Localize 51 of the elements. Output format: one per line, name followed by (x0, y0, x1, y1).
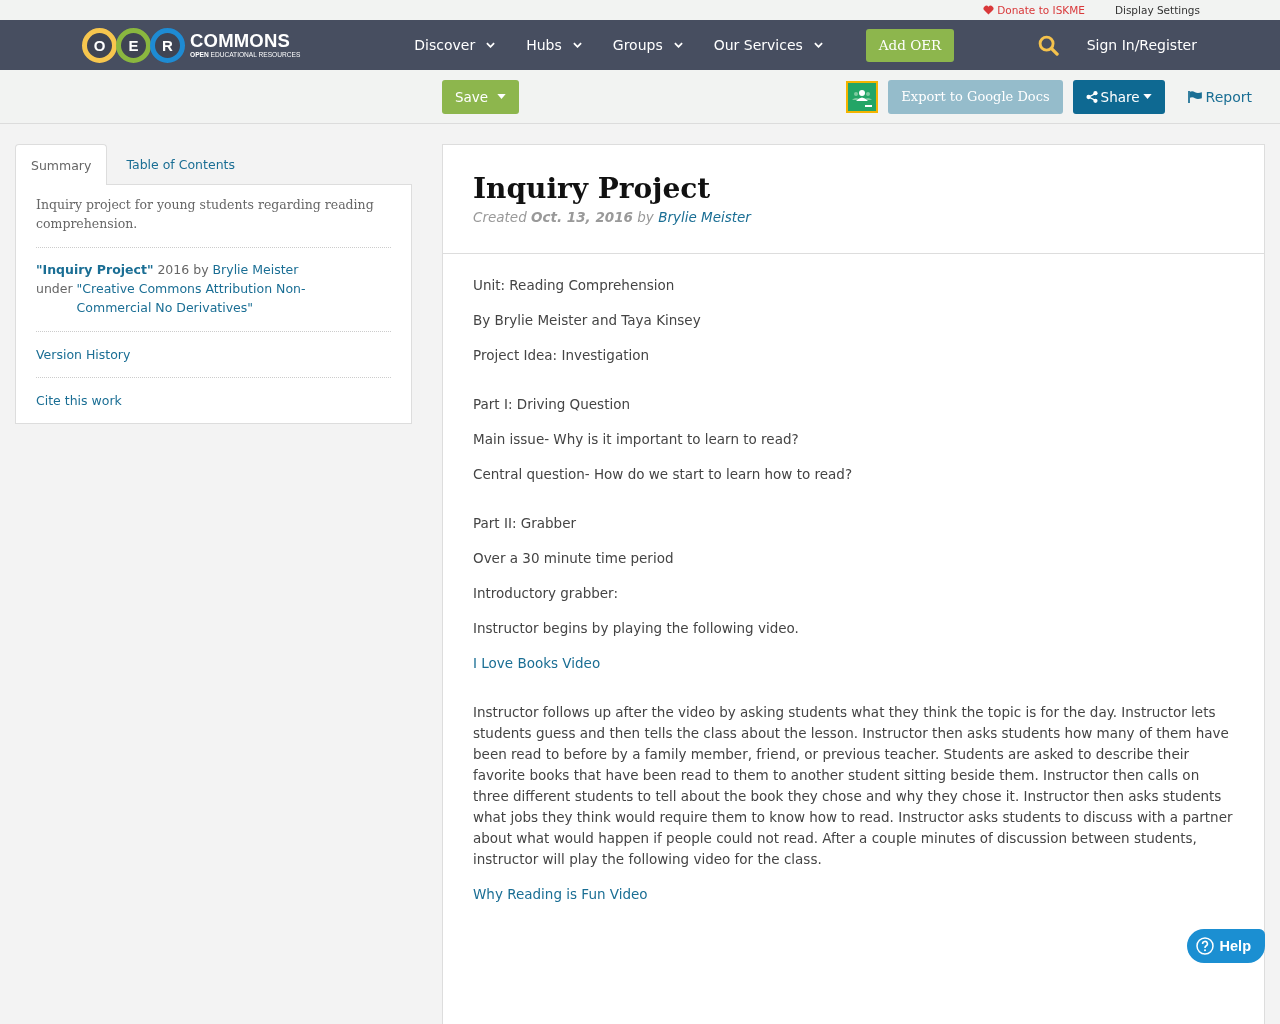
chevron-down-icon (673, 42, 683, 48)
sidebar-link[interactable]: Version History (36, 347, 131, 362)
body-paragraph: Main issue- Why is it important to learn to read? (473, 430, 800, 449)
nav-menu-item[interactable]: Our Services (713, 37, 823, 53)
share-icon (1085, 90, 1098, 103)
created-byline: Created Oct. 13, 2016 by Brylie Meister (473, 209, 753, 225)
teacher-board-icon[interactable] (846, 80, 879, 113)
nav-menu-item[interactable]: Hubs (526, 37, 582, 53)
display-settings-link[interactable]: Display Settings (1114, 4, 1200, 16)
body-paragraph: By Brylie Meister and Taya Kinsey (473, 311, 702, 330)
body-paragraph: Unit: Reading Comprehension (473, 276, 676, 295)
logo-letter-ring[interactable]: R (150, 27, 185, 63)
resource-title: Inquiry Project (473, 171, 712, 207)
body-paragraph: Instructor begins by playing the following video. (473, 619, 800, 638)
logo-letter-ring[interactable]: E (116, 27, 151, 63)
author-link[interactable]: Brylie Meister (658, 209, 751, 225)
body-paragraph: Part II: Grabber (473, 514, 578, 533)
caret-icon (1142, 94, 1152, 99)
resource-title-link[interactable]: "Inquiry Project" (36, 262, 154, 277)
logo-letter-ring[interactable]: O (82, 27, 117, 63)
caret-icon (497, 94, 507, 99)
chevron-down-icon (572, 42, 582, 48)
body-paragraph: Instructor follows up after the video by asking students what they think the topic is for the day. Instructor lets students guess and then tells the class about the lesson. Instructor then asks students how many of them have been read to before by a family member, friend, or previous teacher. Students are asked to describe their favorite books that have been read to them to another student sitting beside them. Instructor then calls on three different students to tell about the book they chose and why they chose it. Instructor then asks students what jobs they think would require them to know how to read. Instructor asks students to discuss with a partner about what would happen if people could not read. After a couple minutes of discussion between students, instructor will play the following video for the class. (473, 703, 1234, 869)
flag-icon (1187, 90, 1202, 103)
body-paragraph: Project Idea: Investigation (473, 346, 651, 365)
sidebar-tab[interactable]: Summary (15, 144, 108, 185)
share-button[interactable]: Share (1072, 79, 1165, 114)
search-icon[interactable] (1037, 34, 1059, 56)
report-link[interactable]: Report (1187, 88, 1252, 105)
heart-icon (983, 5, 995, 15)
license-link[interactable]: "Creative Commons Attribution Non-Commercial No Derivatives" (76, 279, 377, 317)
body-paragraph: Over a 30 minute time period (473, 549, 675, 568)
chevron-down-icon (813, 42, 823, 48)
body-paragraph: Introductory grabber: (473, 584, 619, 603)
resource-description: Inquiry project for young students regarding reading comprehension. (36, 196, 375, 233)
video-link[interactable]: Why Reading is Fun Video (473, 886, 648, 902)
sidebar-link[interactable]: Cite this work (36, 393, 122, 408)
sign-in-link[interactable]: Sign In/Register (1086, 37, 1197, 53)
nav-menu-item[interactable]: Groups (612, 37, 683, 53)
donate-link[interactable]: Donate to ISKME (983, 4, 1085, 16)
body-paragraph: Part I: Driving Question (473, 395, 631, 414)
sidebar-tab[interactable]: Table of Contents (110, 144, 251, 184)
chevron-down-icon (486, 42, 496, 48)
body-paragraph: Central question- How do we start to learn how to read? (473, 465, 854, 484)
nav-menu-item[interactable]: Discover (414, 37, 496, 53)
attribution-text: "Inquiry Project" 2016 by Brylie Meister under "Creative Commons Attribution Non-Commercial No Derivatives" (36, 260, 391, 317)
help-icon (1195, 937, 1214, 955)
author-link[interactable]: Brylie Meister (212, 262, 299, 277)
logo-wordmark[interactable]: COMMONS (190, 31, 301, 50)
help-button[interactable]: Help (1186, 929, 1265, 963)
video-link[interactable]: I Love Books Video (473, 655, 601, 671)
